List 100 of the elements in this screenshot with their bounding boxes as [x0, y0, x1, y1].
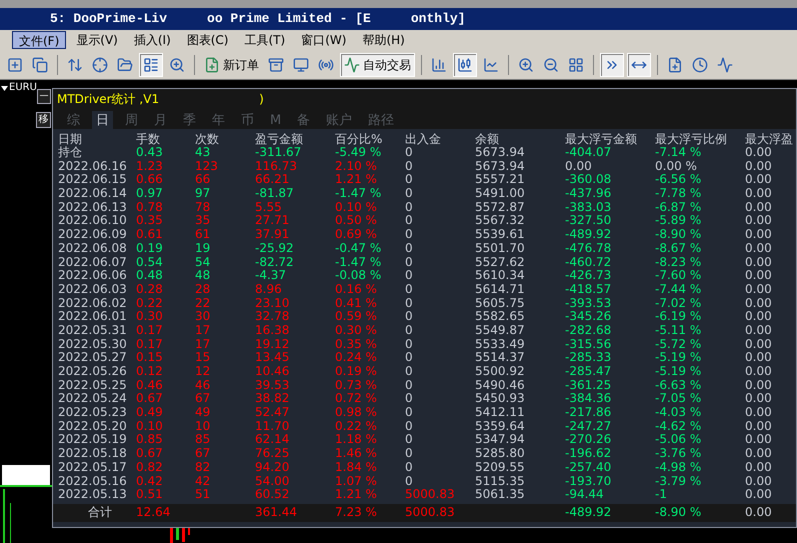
table-cell-text: 5673.94	[475, 146, 526, 160]
table-cell-text: 0.42	[136, 474, 164, 488]
table-cell-text: -5.72 %	[655, 338, 702, 352]
table-cell-text: -196.62	[565, 447, 612, 461]
table-cell-text: -6.63 %	[655, 378, 702, 392]
total-label: 合计	[87, 506, 113, 520]
table-cell-text: 0.00	[745, 228, 773, 242]
menu-item[interactable]: 显示(V)	[70, 31, 124, 49]
table-cell-text: 5115.35	[475, 474, 526, 488]
table-cell-text: 46	[195, 378, 212, 392]
table-cell-text: 0.49	[136, 406, 164, 420]
table-cell-text: 48	[195, 269, 212, 283]
table-cell-text: 116.73	[255, 160, 298, 174]
table-cell-text: 0.35 %	[335, 338, 378, 352]
table-cell-text: 0.30 %	[335, 324, 378, 338]
table-cell-text: 94.20	[255, 460, 290, 475]
table-cell-text: -7.05 %	[655, 392, 702, 406]
table-cell-text: 0.24 %	[335, 351, 378, 366]
table-cell-text: -7.14 %	[655, 146, 702, 160]
table-cell-text: 0.00	[745, 351, 773, 366]
table-cell-text: -360.08	[565, 173, 612, 188]
table-cell-text: -217.86	[565, 406, 612, 420]
minimize-button[interactable]: —	[37, 89, 51, 104]
menu-item[interactable]: 图表(C)	[180, 31, 234, 49]
table-cell-text: 5347.94	[475, 433, 526, 448]
horizontal-arrows-icon[interactable]	[627, 52, 651, 76]
table-cell-text: 0.67	[136, 447, 164, 461]
table-cell-text: 0.54	[136, 256, 164, 270]
new-order-button[interactable]: 新订单	[201, 52, 262, 76]
table-cell-text: 1.07 %	[335, 474, 378, 488]
table-cell-text: 10.46	[255, 365, 290, 379]
table-cell-text: 2022.05.23	[58, 406, 128, 420]
table-cell-text: -489.92	[565, 506, 612, 520]
table-cell-text: 0.00	[745, 214, 773, 228]
table-cell-text: 0.69 %	[335, 228, 378, 242]
table-cell-text: 7.23 %	[335, 506, 378, 520]
table-cell-text: 0.00	[745, 310, 773, 324]
auto-trade-button[interactable]: 自动交易	[340, 52, 415, 76]
table-cell-text: 0.66	[136, 173, 164, 188]
table-cell-text: 361.44	[255, 506, 298, 520]
list-icon[interactable]	[139, 52, 163, 76]
table-cell-text: 5501.70	[475, 242, 526, 256]
tab[interactable]: 日	[92, 111, 113, 129]
table-cell-text: 2022.06.07	[58, 256, 128, 270]
table-cell-text: -8.90 %	[655, 228, 702, 242]
table-cell-text: 2022.05.13	[58, 488, 128, 502]
table-cell-text: 0.72 %	[335, 392, 378, 406]
move-button[interactable]: 移	[36, 112, 51, 128]
table-cell-text: -7.44 %	[655, 282, 702, 297]
table-cell-text: 0.51	[136, 488, 164, 502]
table-cell-text: -257.40	[565, 460, 612, 475]
table-cell-text: 0	[405, 378, 414, 392]
column-header: 出入金	[405, 132, 442, 146]
table-cell-text: 0.00	[745, 474, 773, 488]
table-cell-text: 0.00	[745, 433, 773, 448]
table-cell-text: 19	[195, 242, 212, 256]
table-cell-text: -460.72	[565, 256, 612, 270]
table-cell-text: 12.64	[136, 506, 172, 520]
table-cell-text: 23.10	[255, 296, 290, 310]
table-cell-text: 52.47	[255, 406, 290, 420]
table-cell-text: 0	[405, 338, 414, 352]
table-cell-text: 5000.83	[405, 506, 456, 520]
menu-item[interactable]: 帮助(H)	[356, 31, 411, 49]
chevrons-icon[interactable]	[600, 52, 624, 76]
table-cell-text: 2022.06.16	[58, 160, 128, 174]
table-cell-text: 5549.87	[475, 324, 526, 338]
table-cell-text: 0.35	[136, 214, 164, 228]
table-cell-text: 0.00	[565, 160, 593, 174]
table-cell-text: 32.78	[255, 310, 290, 324]
menu-item[interactable]: 文件(F)	[12, 31, 66, 49]
table-cell-text: -8.67 %	[655, 242, 702, 256]
table-cell-text: -5.19 %	[655, 351, 702, 366]
table-cell-text: 2022.05.31	[58, 324, 128, 338]
table-cell-text: 0.00	[745, 365, 773, 379]
menu-item[interactable]: 工具(T)	[238, 31, 292, 49]
table-cell-text: 2022.05.19	[58, 433, 128, 448]
table-cell-text: -6.87 %	[655, 200, 702, 214]
table-cell-text: 42	[195, 474, 212, 488]
table-cell-text: 0.17	[136, 324, 164, 338]
table-cell-text: 持仓	[58, 146, 83, 160]
pulse-icon	[344, 56, 360, 72]
table-cell-text: 2022.06.15	[58, 173, 128, 188]
menu-item[interactable]: 窗口(W)	[295, 31, 352, 49]
menu-item[interactable]: 插入(I)	[128, 31, 177, 49]
table-cell-text: 1.84 %	[335, 460, 378, 475]
table-cell-text: 35	[195, 214, 212, 228]
table-cell-text: -4.37	[255, 269, 288, 283]
table-cell-text: -5.06 %	[655, 433, 702, 448]
table-cell-text: -1	[655, 488, 668, 502]
column-header: 最大浮盈	[745, 132, 793, 146]
table-cell-text: -8.90 %	[655, 506, 702, 520]
table-cell-text: 2022.06.13	[58, 200, 128, 214]
table-cell-text: 0.28	[136, 282, 164, 297]
table-cell-text: 0.19	[136, 242, 164, 256]
table-cell-text: -437.96	[565, 187, 612, 201]
table-cell-text: -5.89 %	[655, 214, 702, 228]
table-cell-text: 0	[405, 406, 414, 420]
column-header: 百分比%	[335, 132, 384, 146]
table-cell-text: 0.48	[136, 269, 164, 283]
candlestick-icon[interactable]	[453, 52, 477, 76]
